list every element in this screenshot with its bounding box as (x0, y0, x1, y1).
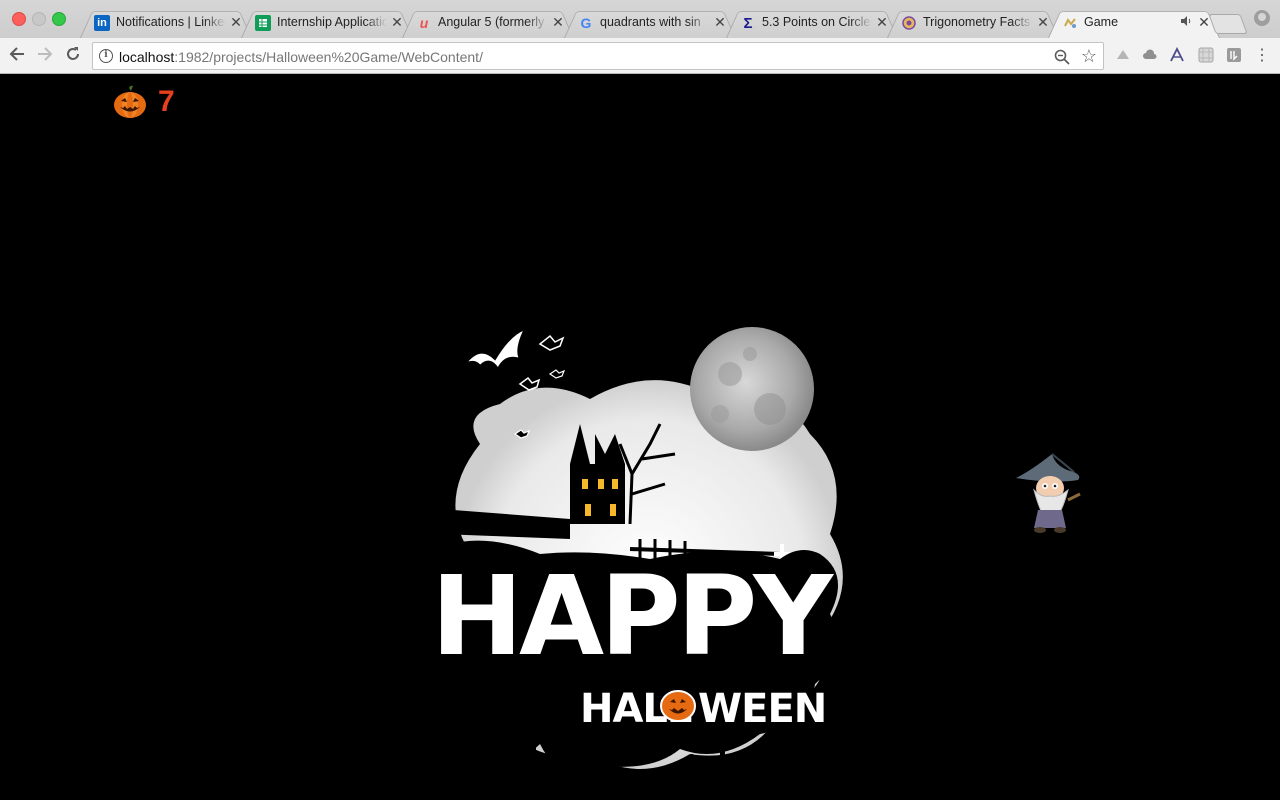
zoom-icon[interactable] (1053, 48, 1071, 66)
reader-icon[interactable] (1168, 46, 1186, 65)
google-sheets-icon (255, 15, 271, 31)
extension-icon[interactable] (1114, 47, 1132, 65)
address-url[interactable]: localhost:1982/projects/Halloween%20Game… (119, 49, 483, 65)
tab-strip: in Notifications | LinkedIn ✕ Internship… (0, 0, 1280, 38)
close-window-button[interactable] (12, 12, 26, 26)
address-bar[interactable]: i localhost:1982/projects/Halloween%20Ga… (92, 42, 1104, 70)
tab-title: Trigonometry Facts (923, 15, 1031, 29)
profile-icon[interactable] (1254, 10, 1270, 26)
udemy-icon: u (419, 15, 429, 31)
tab-trigonometry[interactable]: Trigonometry Facts ✕ (887, 6, 1059, 38)
speaker-icon[interactable] (1180, 15, 1194, 29)
tab-title: Internship Applications (277, 15, 387, 29)
square-extension-icon[interactable] (1225, 47, 1243, 65)
logo-happy-text: HAPPY (431, 552, 834, 680)
browser-toolbar: i localhost:1982/projects/Halloween%20Ga… (0, 38, 1280, 74)
logo-ween-text: WEEN (698, 686, 826, 732)
browser-chrome: in Notifications | LinkedIn ✕ Internship… (0, 0, 1280, 74)
minimize-window-button[interactable] (32, 12, 46, 26)
tab-angular[interactable]: u Angular 5 (formerly ✕ (402, 6, 574, 38)
game-canvas[interactable]: 7 HAPPY HALL WEEN (0, 74, 1280, 800)
tab-title: Notifications | LinkedIn (116, 15, 226, 29)
back-arrow-icon[interactable] (7, 45, 27, 65)
logo-pumpkin-icon (660, 690, 696, 722)
game-icon (1062, 15, 1078, 31)
maximize-window-button[interactable] (52, 12, 66, 26)
happy-halloween-logo: HAPPY HALL WEEN (431, 327, 843, 789)
forward-arrow-icon[interactable] (35, 45, 55, 65)
score-value: 7 (158, 85, 175, 118)
reload-icon[interactable] (63, 45, 83, 65)
tab-points-on-circles[interactable]: Σ 5.3 Points on Circles ✕ (726, 6, 898, 38)
grid-extension-icon[interactable] (1197, 47, 1215, 65)
info-icon[interactable]: i (99, 49, 113, 63)
tab-linkedin[interactable]: in Notifications | LinkedIn ✕ (80, 6, 252, 38)
pumpkin-icon (114, 85, 146, 118)
wizard-character (1016, 453, 1081, 533)
tab-title: quadrants with sin (600, 15, 701, 29)
score-hud: 7 (112, 82, 175, 122)
tab-game[interactable]: Game ✕ (1048, 6, 1220, 38)
menu-dots-icon[interactable]: ⋮ (1253, 47, 1271, 65)
bookmark-star-icon[interactable]: ☆ (1081, 46, 1097, 67)
linkedin-icon: in (94, 15, 110, 31)
tab-title: Game (1084, 15, 1119, 29)
tab-title: 5.3 Points on Circles (762, 15, 872, 29)
tab-internship-applications[interactable]: Internship Applications ✕ (241, 6, 413, 38)
tab-title: Angular 5 (formerly (438, 15, 545, 29)
sigma-icon: Σ (743, 14, 753, 32)
google-icon: G (580, 15, 592, 31)
tab-quadrants[interactable]: G quadrants with sin ✕ (564, 6, 736, 38)
new-tab-button[interactable] (1208, 14, 1248, 34)
globe-icon (901, 15, 917, 31)
cloud-drive-icon[interactable] (1141, 47, 1159, 65)
